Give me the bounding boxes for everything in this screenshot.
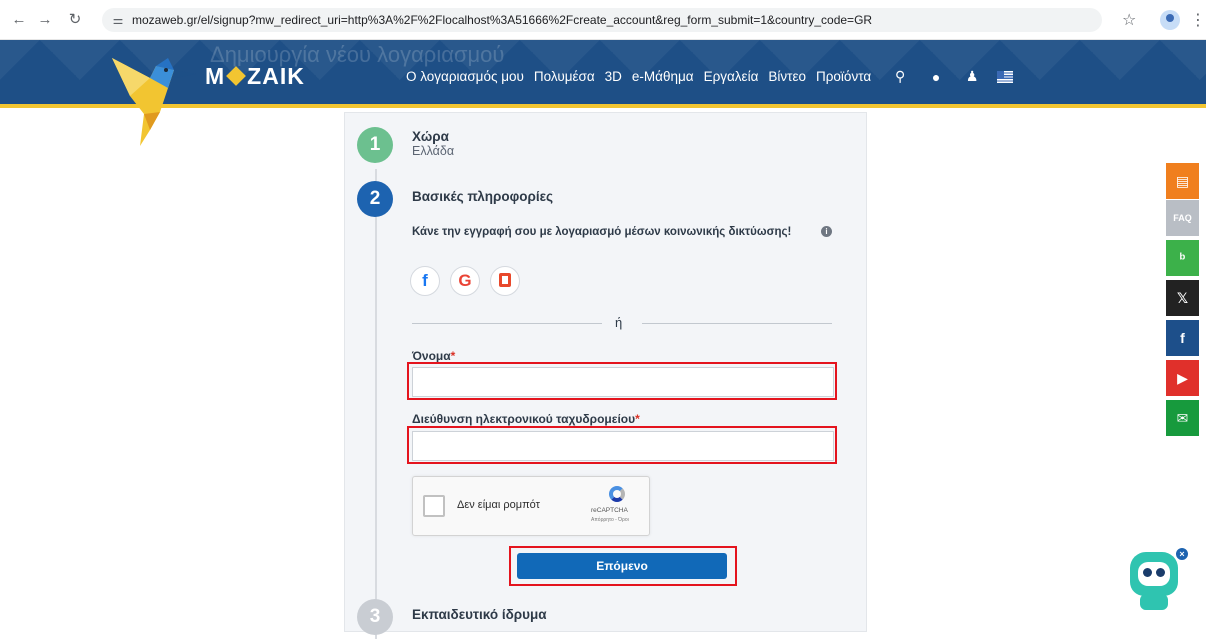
brand-text-right: ZAIK [247, 63, 305, 89]
signup-card: 1 Χώρα Ελλάδα 2 Βασικές πληροφορίες Κάνε… [344, 112, 867, 639]
nav-tools[interactable]: Εργαλεία [704, 69, 759, 84]
browser-toolbar: ← → ↻ ⚌ mozaweb.gr/el/signup?mw_redirect… [0, 0, 1206, 40]
info-icon[interactable]: i [821, 226, 832, 237]
brand-logo[interactable]: M ZAIK [205, 63, 305, 90]
email-input[interactable] [412, 431, 834, 461]
profile-avatar[interactable] [1160, 10, 1180, 30]
x-icon: 𝕏 [1176, 290, 1189, 306]
name-label: Όνομα* [412, 349, 456, 363]
office-login-button[interactable] [490, 266, 520, 296]
google-icon: G [458, 271, 472, 290]
recaptcha-widget: Δεν είμαι ρομπότ reCAPTCHA Απόρρητο - Όρ… [412, 476, 650, 536]
facebook-icon: f [422, 271, 428, 290]
step-1-badge: 1 [357, 127, 393, 163]
greek-flag-icon[interactable] [997, 70, 1014, 83]
step-2-title: Βασικές πληροφορίες [412, 189, 554, 204]
step-3-badge: 3 [357, 599, 393, 635]
robot-body-icon [1140, 594, 1168, 610]
nav-products[interactable]: Προϊόντα [816, 69, 871, 84]
side-x-button[interactable]: 𝕏 [1166, 280, 1199, 316]
step-1-country-value: Ελλάδα [412, 144, 455, 158]
side-blog-button[interactable]: ᵇ [1166, 240, 1199, 276]
search-icon[interactable]: ⚲ [891, 68, 909, 85]
step-2-badge: 2 [357, 181, 393, 217]
nav-video[interactable]: Βίντεο [768, 69, 806, 84]
chatbot-robot[interactable]: × [1126, 546, 1190, 614]
reload-icon[interactable]: ↻ [66, 11, 84, 29]
name-input[interactable] [412, 367, 834, 397]
nav-multimedia[interactable]: Πολυμέσα [534, 69, 595, 84]
side-youtube-button[interactable]: ▶ [1166, 360, 1199, 396]
main-navigation: Ο λογαριασμός μου Πολυμέσα 3D e-Μάθημα Ε… [406, 68, 1014, 85]
user-icon[interactable]: ♟ [963, 68, 981, 85]
next-button[interactable]: Επόμενο [517, 553, 727, 579]
recaptcha-logo-icon [609, 486, 625, 502]
brand-text-left: M [205, 63, 226, 89]
side-faq-button[interactable]: FAQ [1166, 200, 1199, 236]
menu-kebab-icon[interactable]: ⋮ [1190, 10, 1206, 30]
bookmark-star-icon[interactable]: ☆ [1122, 10, 1136, 30]
office-icon [499, 273, 511, 287]
nav-my-account[interactable]: Ο λογαριασμός μου [406, 69, 524, 84]
robot-head-icon [1130, 552, 1178, 596]
news-icon: ▤ [1175, 173, 1190, 189]
help-icon[interactable]: ● [927, 69, 945, 85]
recaptcha-label: Δεν είμαι ρομπότ [457, 499, 540, 511]
social-signup-text: Κάνε την εγγραφή σου με λογαριασμό μέσων… [412, 226, 792, 238]
step-3-title: Εκπαιδευτικό ίδρυμα [412, 607, 547, 622]
nav-3d[interactable]: 3D [605, 69, 622, 84]
url-text[interactable]: mozaweb.gr/el/signup?mw_redirect_uri=htt… [132, 13, 872, 27]
recaptcha-terms-link[interactable]: Απόρρητο - Όροι [591, 517, 629, 523]
facebook-icon: f [1180, 330, 1185, 346]
side-email-button[interactable]: ✉ [1166, 400, 1199, 436]
back-icon[interactable]: ← [10, 11, 28, 29]
site-settings-icon[interactable]: ⚌ [110, 12, 126, 28]
recaptcha-checkbox[interactable] [423, 495, 445, 517]
site-header: Δημιουργία νέου λογαριασμού M ZAIK Ο λογα… [0, 40, 1206, 146]
google-login-button[interactable]: G [450, 266, 480, 296]
faq-icon: FAQ [1173, 213, 1192, 223]
recaptcha-brand: reCAPTCHA [591, 507, 628, 514]
blog-icon: ᵇ [1179, 250, 1186, 266]
nav-e-lesson[interactable]: e-Μάθημα [632, 69, 694, 84]
address-bar[interactable]: ⚌ mozaweb.gr/el/signup?mw_redirect_uri=h… [102, 8, 1102, 32]
close-icon[interactable]: × [1174, 546, 1190, 562]
email-icon: ✉ [1176, 410, 1189, 426]
youtube-icon: ▶ [1177, 370, 1188, 386]
step-1-title: Χώρα [412, 129, 449, 144]
or-divider: ή [412, 315, 832, 330]
side-news-button[interactable]: ▤ [1166, 163, 1199, 199]
forward-icon[interactable]: → [36, 11, 54, 29]
side-facebook-button[interactable]: f [1166, 320, 1199, 356]
steps-connector-line [375, 169, 377, 639]
facebook-login-button[interactable]: f [410, 266, 440, 296]
kingfisher-logo-icon[interactable] [110, 48, 200, 148]
email-label: Διεύθυνση ηλεκτρονικού ταχυδρομείου* [412, 412, 640, 426]
or-text: ή [615, 315, 623, 330]
brand-diamond-icon [226, 66, 247, 86]
